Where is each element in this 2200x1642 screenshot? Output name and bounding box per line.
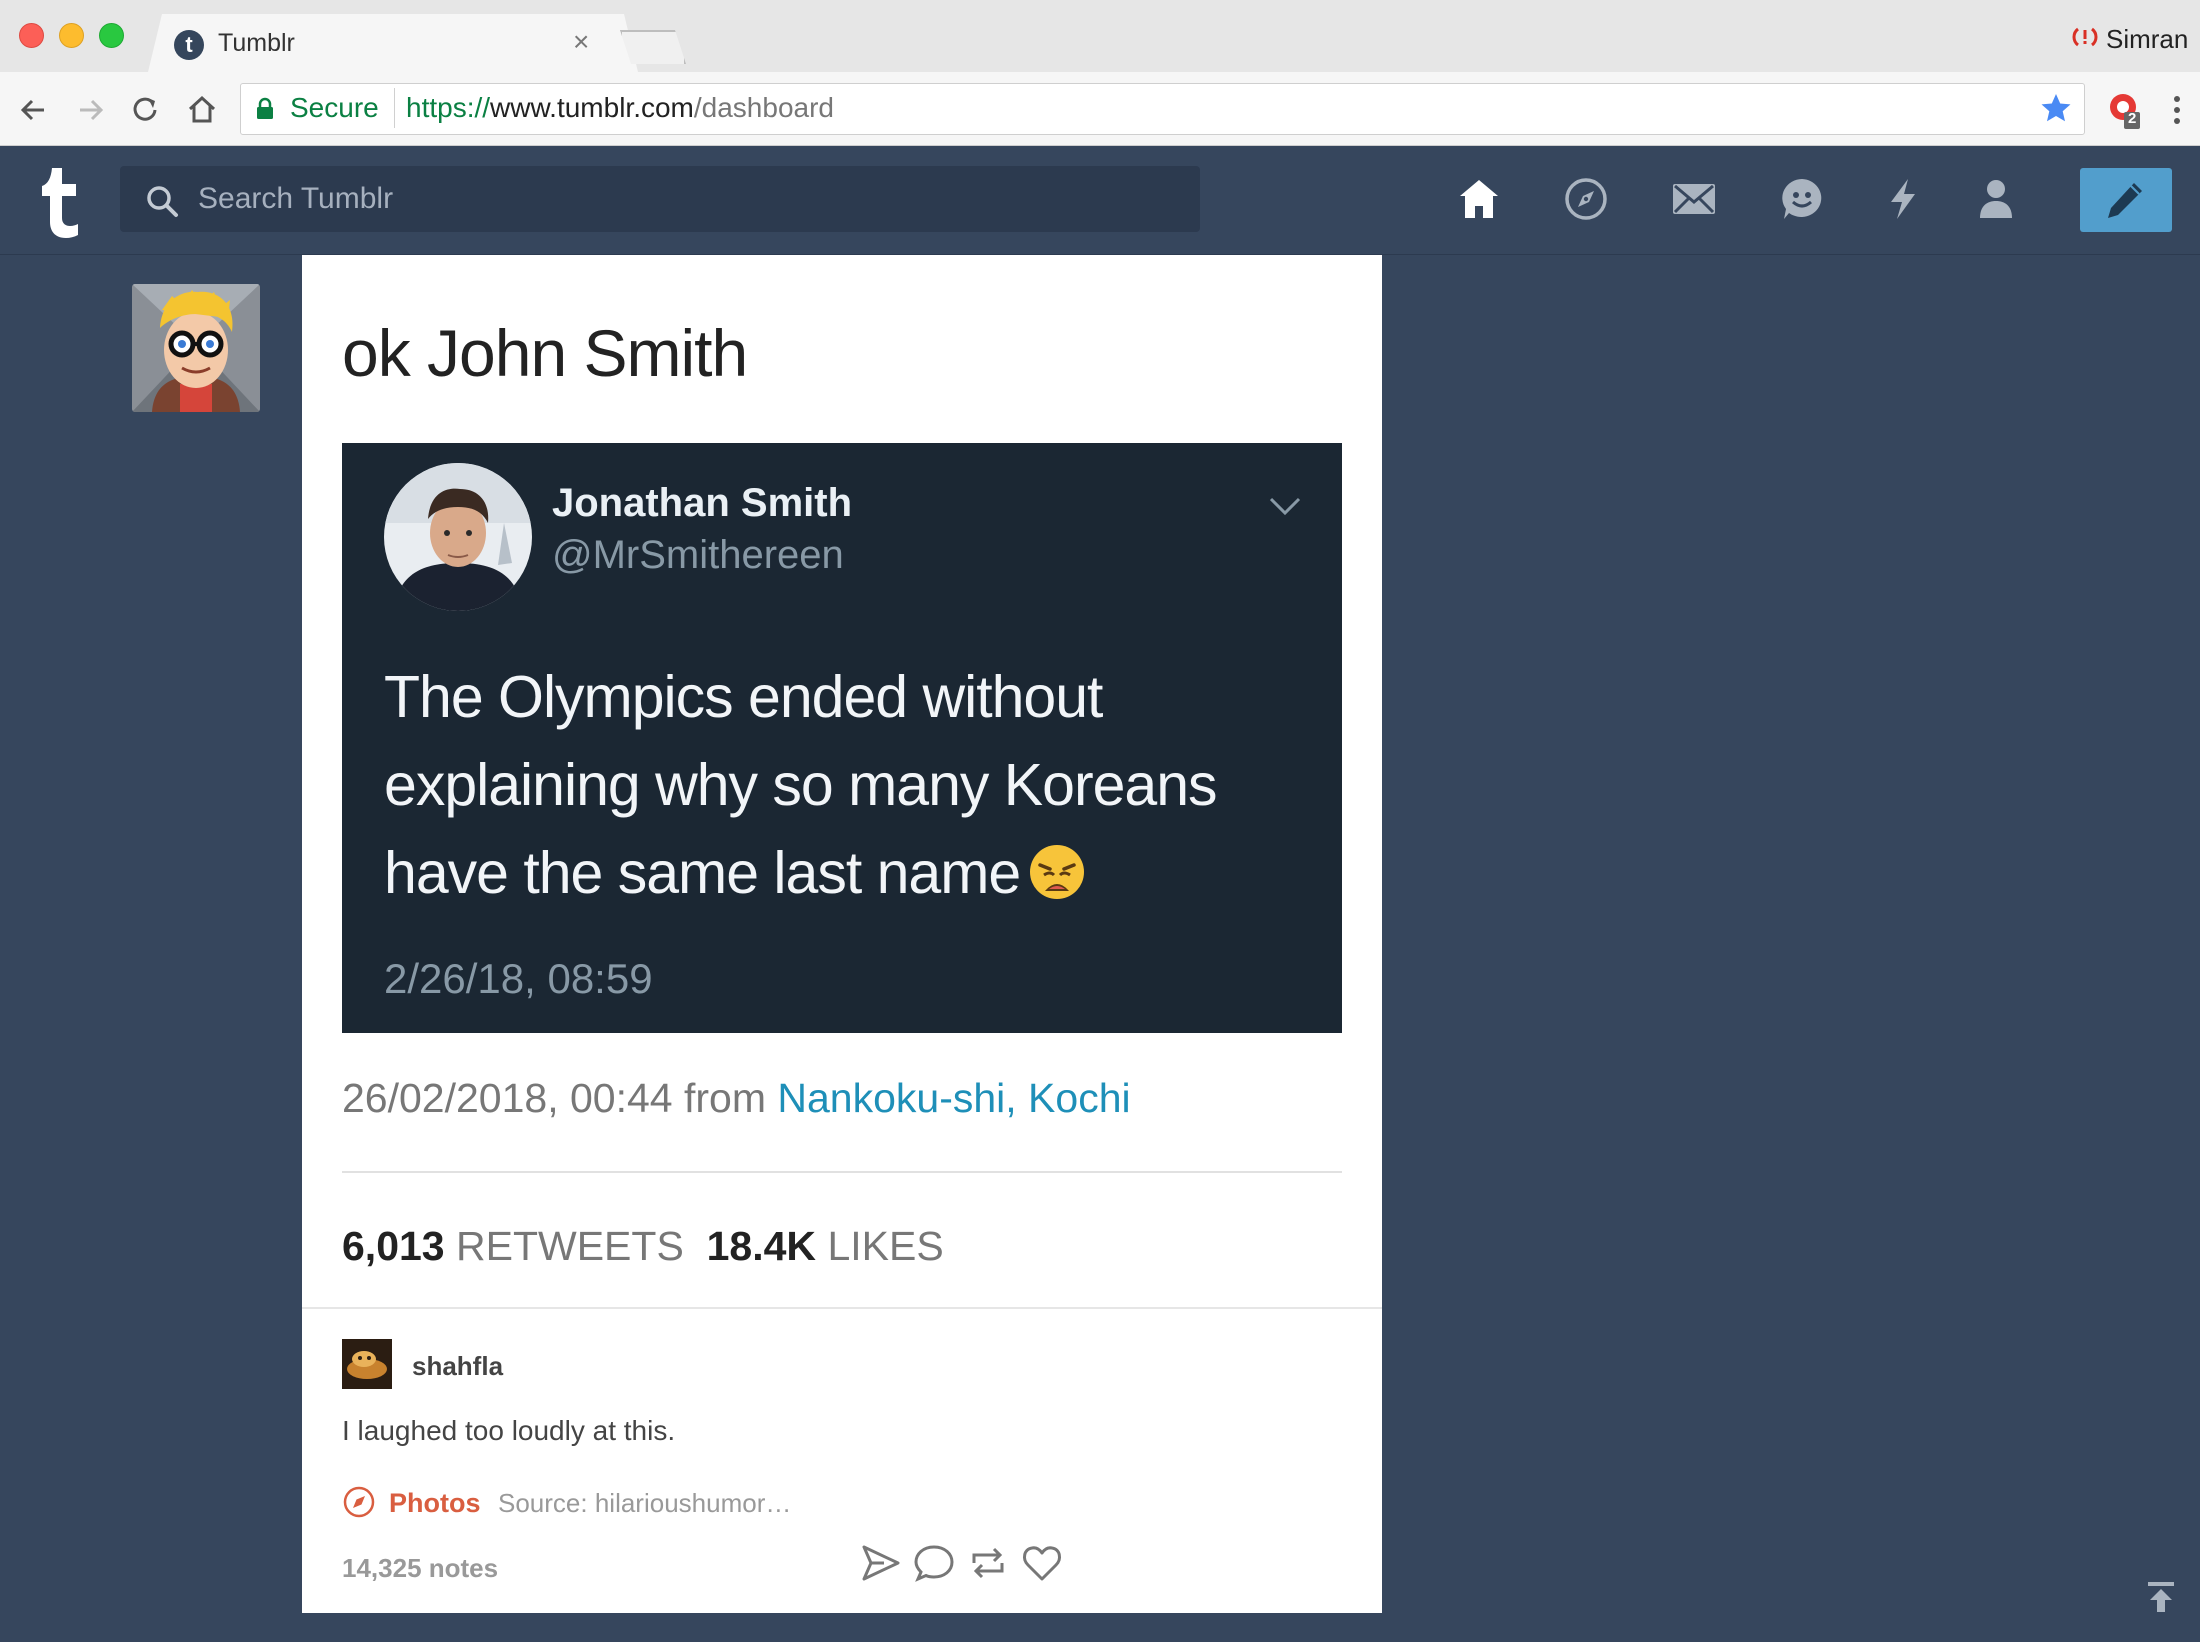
back-icon[interactable] xyxy=(14,90,54,130)
url-text[interactable]: https://www.tumblr.com/dashboard xyxy=(406,92,834,124)
post-source-link[interactable]: Source: hilarioushumor… xyxy=(498,1488,791,1519)
url-scheme: https:// xyxy=(406,92,491,123)
address-divider xyxy=(394,88,395,128)
tweet-timestamp: 2/26/18, 08:59 xyxy=(384,955,653,1002)
tweet-location-link: Nankoku-shi, Kochi xyxy=(777,1075,1131,1121)
reblogger-avatar[interactable] xyxy=(342,1339,392,1389)
like-heart-icon[interactable] xyxy=(1020,1541,1064,1585)
explore-compass-icon[interactable] xyxy=(1563,176,1609,222)
tab-close-icon[interactable]: × xyxy=(573,26,589,58)
tweet-text-line: explaining why so many Koreans xyxy=(384,752,1218,818)
extension-icon[interactable]: 2 xyxy=(2108,92,2142,130)
tweet-screenshot[interactable]: Jonathan Smith @MrSmithereen The Olympic… xyxy=(342,443,1342,1033)
tumblr-logo-icon[interactable] xyxy=(38,166,84,238)
dashboard-post: ok John Smith Jonathan Smith @MrSmithere… xyxy=(302,255,1382,1613)
reblog-comment: I laughed too loudly at this. xyxy=(342,1415,676,1446)
lock-icon xyxy=(257,97,273,119)
reblog-icon[interactable] xyxy=(966,1541,1010,1585)
reblogger-username[interactable]: shahfla xyxy=(412,1351,503,1382)
home-icon[interactable] xyxy=(182,90,222,130)
minimize-window-button[interactable] xyxy=(59,23,84,48)
maximize-window-button[interactable] xyxy=(99,23,124,48)
chevron-down-icon[interactable] xyxy=(1268,495,1302,517)
like-label: LIKES xyxy=(827,1223,944,1269)
photos-compass-icon[interactable] xyxy=(342,1485,376,1519)
reload-icon[interactable] xyxy=(126,90,166,130)
search-placeholder: Search Tumblr xyxy=(198,182,394,215)
new-tab-button[interactable] xyxy=(620,30,686,64)
photos-tag-link[interactable]: Photos xyxy=(389,1488,481,1519)
tumblr-favicon-icon: t xyxy=(174,30,204,60)
compose-post-button[interactable] xyxy=(2080,168,2172,232)
extension-badge: 2 xyxy=(2128,110,2137,127)
profile-sync-icon[interactable] xyxy=(2072,24,2098,50)
activity-lightning-icon[interactable] xyxy=(1880,176,1926,222)
inbox-mail-icon[interactable] xyxy=(1671,176,1717,222)
close-window-button[interactable] xyxy=(19,23,44,48)
account-person-icon[interactable] xyxy=(1973,176,2019,222)
url-host: www.tumblr.com xyxy=(490,92,694,123)
retweet-count: 6,013 xyxy=(342,1223,445,1269)
tweet-text-line: The Olympics ended without xyxy=(384,664,1103,730)
scroll-to-top-icon[interactable] xyxy=(2146,1580,2176,1614)
notes-count[interactable]: 14,325 notes xyxy=(342,1553,498,1584)
tweet-datetime: 26/02/2018, 00:44 from xyxy=(342,1075,778,1121)
search-icon xyxy=(147,186,178,217)
retweet-label: RETWEETS xyxy=(456,1223,684,1269)
tweet-stats: 6,013 RETWEETS 18.4K LIKES xyxy=(342,1223,944,1270)
url-path: /dashboard xyxy=(693,92,834,123)
secure-label[interactable]: Secure xyxy=(290,92,379,124)
like-count: 18.4K xyxy=(706,1223,817,1269)
share-send-icon[interactable] xyxy=(858,1541,902,1585)
pencil-icon xyxy=(2108,183,2142,218)
tweet-author-handle: @MrSmithereen xyxy=(552,533,844,577)
tweet-text: The Olympics ended without explaining wh… xyxy=(384,653,1304,917)
browser-menu-icon[interactable] xyxy=(2170,94,2184,126)
messaging-smiley-icon[interactable] xyxy=(1779,176,1825,222)
tweet-text-line: have the same last name xyxy=(384,840,1021,906)
blog-avatar[interactable] xyxy=(132,284,260,412)
bookmark-star-icon[interactable] xyxy=(2040,92,2072,124)
tab-title: Tumblr xyxy=(218,29,295,57)
post-title: ok John Smith xyxy=(342,316,748,390)
tweet-author-name: Jonathan Smith xyxy=(552,481,853,525)
reply-comment-icon[interactable] xyxy=(912,1541,956,1585)
tweet-author-avatar xyxy=(384,463,532,611)
weary-face-emoji-icon xyxy=(1030,845,1085,899)
tweet-divider xyxy=(342,1171,1342,1173)
dashboard-home-icon[interactable] xyxy=(1456,176,1502,222)
profile-name[interactable]: Simran xyxy=(2106,24,2188,55)
tweet-meta: 26/02/2018, 00:44 from Nankoku-shi, Koch… xyxy=(342,1075,1131,1122)
post-section-divider xyxy=(302,1307,1382,1309)
forward-icon[interactable] xyxy=(70,90,110,130)
